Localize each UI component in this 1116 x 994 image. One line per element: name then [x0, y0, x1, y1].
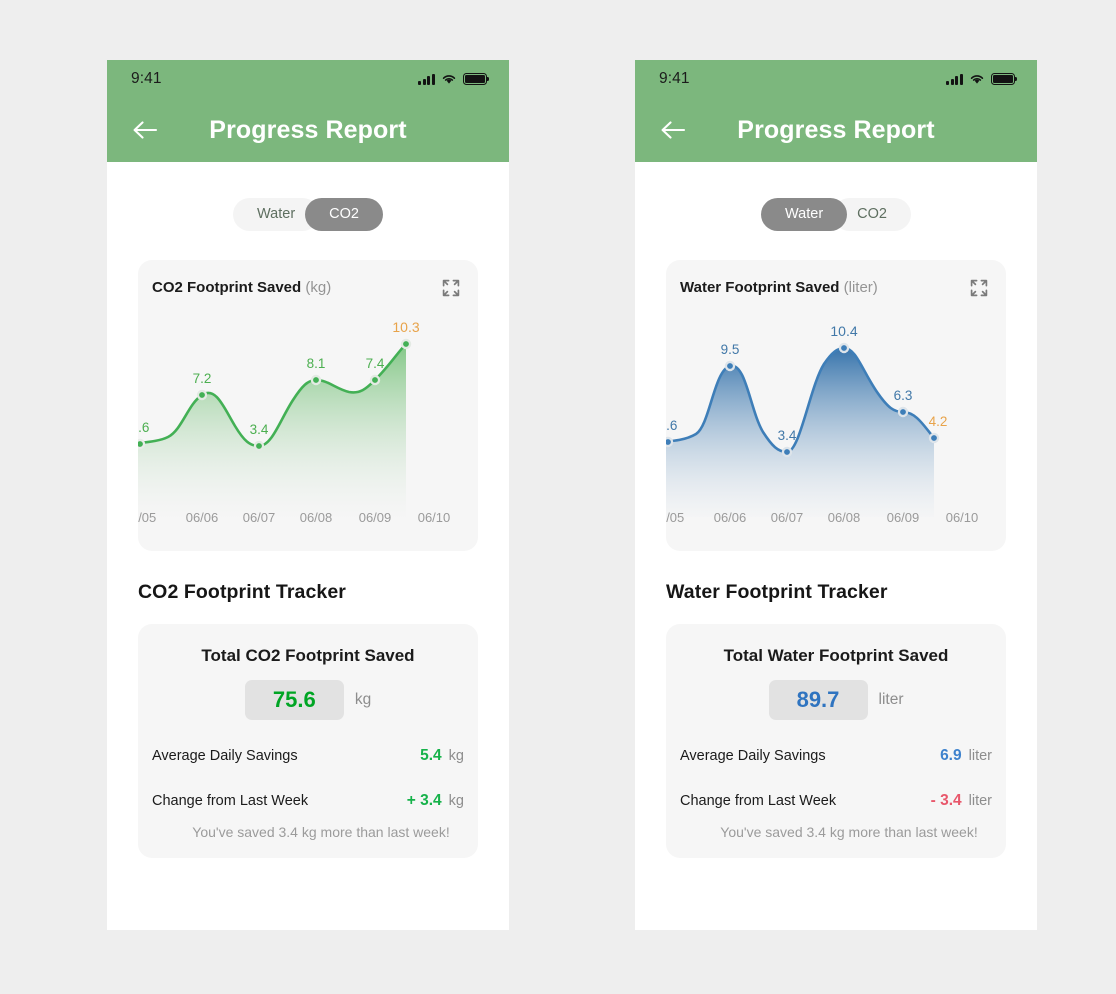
- screenshot-stage: 9:41 Progress Report Water CO2 .6 7.2 3.…: [0, 0, 1116, 994]
- screen-content-co2: Water CO2 .6 7.2 3.4 8.1 7.4 10.3 /05 06…: [107, 162, 509, 930]
- row-label: Average Daily Savings: [680, 747, 826, 764]
- wifi-icon: [970, 75, 984, 84]
- nav-bar: Progress Report: [635, 98, 1037, 162]
- section-title-co2: CO2 Footprint Tracker: [138, 580, 346, 603]
- point-label-3: 10.4: [830, 323, 857, 339]
- summary-total: 89.7 liter: [678, 679, 994, 720]
- point-label-1: 9.5: [721, 342, 740, 357]
- row-label: Average Daily Savings: [152, 747, 298, 764]
- battery-full-icon: [463, 73, 490, 85]
- status-bar: 9:41: [635, 60, 1037, 98]
- x-tick-5: 06/10: [418, 510, 451, 525]
- status-bar: 9:41: [107, 60, 509, 98]
- point-label-2: 3.4: [778, 428, 797, 443]
- back-arrow-icon[interactable]: [127, 112, 163, 148]
- total-value-chip: 89.7: [768, 679, 868, 720]
- row-value: + 3.4: [406, 791, 442, 809]
- row-value-wrap: + 3.4 kg: [407, 792, 464, 810]
- row-value-wrap: 6.9 liter: [940, 747, 992, 765]
- section-title-water: Water Footprint Tracker: [666, 580, 888, 603]
- nav-bar: Progress Report: [107, 98, 509, 162]
- total-unit: kg: [354, 690, 372, 708]
- phone-mockup-water: 9:41 Progress Report Water CO2 .6 9.5 3.…: [635, 60, 1037, 930]
- summary-title: Total Water Footprint Saved: [723, 645, 949, 665]
- chart-card-water: 4.6 9.5 3.4 10.4 6.3 4.2 06/05 06/06 06/…: [666, 259, 1006, 551]
- row-label: Change from Last Week: [152, 792, 309, 809]
- row-unit: kg: [448, 792, 464, 809]
- row-value: 5.4: [420, 746, 442, 764]
- x-tick-4: 06/09: [887, 510, 920, 525]
- row-unit: kg: [448, 747, 464, 764]
- status-time: 9:41: [131, 70, 162, 87]
- summary-card-co2: Total CO2 Footprint Saved 75.6 kg Averag…: [138, 623, 478, 858]
- total-unit: liter: [878, 690, 904, 708]
- row-unit: liter: [968, 792, 992, 809]
- chart-title-unit: (liter): [843, 279, 878, 296]
- x-tick-3: 06/08: [300, 510, 333, 525]
- summary-note: You've saved 3.4 kg more than last week!: [720, 823, 978, 840]
- summary-row-change: Change from Last Week + 3.4 kg: [150, 792, 466, 810]
- metric-toggle-group: Water CO2: [138, 162, 478, 231]
- x-tick-5: 06/10: [946, 510, 979, 525]
- metric-toggle-group: Water CO2: [666, 162, 1006, 231]
- x-tick-1: 06/06: [714, 510, 747, 525]
- row-label: Change from Last Week: [680, 792, 837, 809]
- point-label-5: 10.3: [392, 319, 419, 335]
- x-tick-2: 06/07: [771, 510, 804, 525]
- point-label-1: 7.2: [193, 371, 212, 386]
- summary-row-average: Average Daily Savings 5.4 kg: [150, 747, 466, 765]
- point-label-5: 4.2: [929, 414, 948, 429]
- chart-title-unit: (kg): [305, 279, 332, 296]
- screen-content-water: Water CO2 .6 9.5 3.4 10.4 6.3 4.2 /05 06…: [635, 162, 1037, 930]
- tab-water[interactable]: Water: [761, 198, 848, 231]
- chart-title-text: Water Footprint Saved: [680, 279, 840, 296]
- summary-title: Total CO2 Footprint Saved: [201, 645, 415, 665]
- page-title: Progress Report: [209, 115, 407, 144]
- x-tick-4: 06/09: [359, 510, 392, 525]
- summary-note: You've saved 3.4 kg more than last week!: [192, 823, 450, 840]
- chart-title: CO2 Footprint Saved (kg): [152, 279, 331, 296]
- row-value: - 3.4: [930, 791, 962, 809]
- cellular-signal-icon: [418, 73, 435, 85]
- row-value-wrap: - 3.4 liter: [931, 792, 992, 810]
- point-label-4: 7.4: [366, 356, 385, 371]
- summary-row-change: Change from Last Week - 3.4 liter: [678, 792, 994, 810]
- summary-card-water: Total Water Footprint Saved 89.7 liter A…: [666, 623, 1006, 858]
- x-tick-0: 06/05: [666, 510, 684, 525]
- row-value: 6.9: [940, 746, 962, 764]
- point-label-2: 3.4: [250, 422, 269, 437]
- status-icons: [946, 73, 1018, 85]
- expand-fullscreen-icon[interactable]: [442, 279, 460, 297]
- cellular-signal-icon: [946, 73, 963, 85]
- chart-title-text: CO2 Footprint Saved: [152, 279, 302, 296]
- battery-full-icon: [991, 73, 1018, 85]
- phone-mockup-co2: 9:41 Progress Report Water CO2 .6 7.2 3.…: [107, 60, 509, 930]
- expand-fullscreen-icon[interactable]: [970, 279, 988, 297]
- chart-card-header: Water Footprint Saved (liter): [666, 260, 1006, 316]
- x-tick-2: 06/07: [243, 510, 276, 525]
- tab-co2[interactable]: CO2: [305, 198, 383, 231]
- summary-total: 75.6 kg: [150, 679, 466, 720]
- summary-row-average: Average Daily Savings 6.9 liter: [678, 747, 994, 765]
- x-tick-3: 06/08: [828, 510, 861, 525]
- point-label-0: 4.6: [666, 418, 677, 433]
- point-label-3: 8.1: [307, 356, 326, 371]
- wifi-icon: [442, 75, 456, 84]
- status-time: 9:41: [659, 70, 690, 87]
- back-arrow-icon[interactable]: [655, 112, 691, 148]
- chart-card-co2: 4.6 7.2 3.4 8.1 7.4 10.3 06/05 06/06 06/…: [138, 259, 478, 551]
- chart-title: Water Footprint Saved (liter): [680, 279, 878, 296]
- row-value-wrap: 5.4 kg: [420, 747, 464, 765]
- point-label-4: 6.3: [894, 388, 913, 403]
- point-label-0: 4.6: [138, 420, 149, 435]
- chart-card-header: CO2 Footprint Saved (kg): [138, 260, 478, 316]
- page-title: Progress Report: [737, 115, 935, 144]
- row-unit: liter: [968, 747, 992, 764]
- x-tick-1: 06/06: [186, 510, 219, 525]
- x-tick-0: 06/05: [138, 510, 156, 525]
- status-icons: [418, 73, 490, 85]
- total-value-chip: 75.6: [244, 679, 344, 720]
